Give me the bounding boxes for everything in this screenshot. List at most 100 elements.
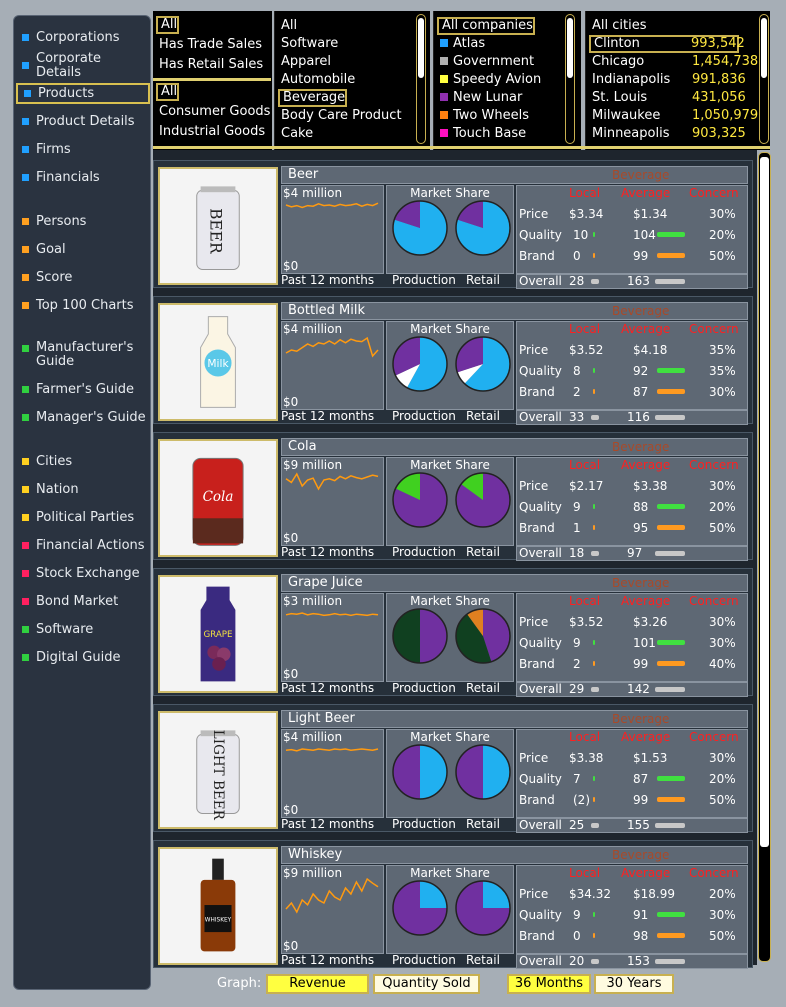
filter-industry-option[interactable]: Cake (281, 125, 313, 143)
filter-scrollbar[interactable] (416, 14, 426, 144)
revenue-graph[interactable]: $4 million $0 (281, 185, 384, 274)
product-title-bar[interactable]: Whiskey Beverage (281, 846, 748, 864)
filter-goods-option[interactable]: Consumer Goods (159, 103, 270, 121)
filter-industry-option[interactable]: Body Care Product (281, 107, 402, 125)
filter-goods-option[interactable]: Industrial Goods (159, 123, 265, 141)
city-option[interactable]: Indianapolis 991,836 (592, 71, 746, 89)
brand-average-bar (657, 253, 685, 258)
revenue-graph[interactable]: $9 million $0 (281, 865, 384, 954)
city-option[interactable]: Chicago 1,454,738 (592, 53, 758, 71)
production-share-pie[interactable] (391, 879, 449, 937)
product-card-beer[interactable]: BEER Beer Beverage $4 million $0 Market Share… (153, 160, 753, 289)
product-title-bar[interactable]: Beer Beverage (281, 166, 748, 184)
product-card-light-beer[interactable]: LIGHT BEER Light Beer Beverage $4 million $0… (153, 704, 753, 833)
sidebar-item-farmer-s-guide[interactable]: Farmer's Guide (16, 379, 150, 400)
product-title-bar[interactable]: Cola Beverage (281, 438, 748, 456)
sidebar-item-nation[interactable]: Nation (16, 479, 150, 500)
revenue-button[interactable]: Revenue (266, 974, 369, 994)
production-share-pie[interactable] (391, 743, 449, 801)
filter-industry-option[interactable]: Software (281, 35, 338, 53)
bullet-icon (22, 598, 29, 605)
revenue-graph[interactable]: $4 million $0 (281, 729, 384, 818)
product-card-grape-juice[interactable]: GRAPE Grape Juice Beverage $3 million $0 Mark… (153, 568, 753, 697)
city-option[interactable]: Minneapolis 903,325 (592, 125, 746, 143)
product-image[interactable]: Cola (158, 439, 278, 557)
sidebar-item-political-parties[interactable]: Political Parties (16, 507, 150, 528)
product-image[interactable]: LIGHT BEER (158, 711, 278, 829)
sidebar-item-digital-guide[interactable]: Digital Guide (16, 647, 150, 668)
sidebar-item-score[interactable]: Score (16, 267, 150, 288)
product-image[interactable]: GRAPE (158, 575, 278, 693)
sidebar-item-firms[interactable]: Firms (16, 139, 150, 160)
revenue-graph[interactable]: $3 million $0 (281, 593, 384, 682)
production-share-pie[interactable] (391, 335, 449, 393)
company-color-icon (440, 57, 448, 65)
filter-scrollbar[interactable] (759, 14, 769, 144)
filter-companies-option[interactable]: New Lunar (440, 89, 522, 107)
product-image[interactable]: WHISKEY (158, 847, 278, 965)
quantity-sold-button[interactable]: Quantity Sold (373, 974, 480, 994)
sidebar-item-goal[interactable]: Goal (16, 239, 150, 260)
sidebar-item-product-details[interactable]: Product Details (16, 111, 150, 132)
city-option[interactable]: Clinton 993,542 (589, 35, 745, 53)
retail-share-pie[interactable] (454, 471, 512, 529)
revenue-graph[interactable]: $9 million $0 (281, 457, 384, 546)
product-list-scrollbar[interactable] (758, 152, 771, 962)
revenue-graph[interactable]: $4 million $0 (281, 321, 384, 410)
production-share-pie[interactable] (391, 471, 449, 529)
sidebar-item-persons[interactable]: Persons (16, 211, 150, 232)
sidebar-item-products[interactable]: Products (16, 83, 150, 104)
filter-companies-option[interactable]: Speedy Avion (440, 71, 541, 89)
filter-industry-option[interactable]: All (281, 17, 297, 35)
product-card-whiskey[interactable]: WHISKEY Whiskey Beverage $9 million $0 Market… (153, 840, 753, 969)
filter-sales-option[interactable]: All (156, 16, 180, 34)
filter-companies-option[interactable]: All companies (437, 17, 535, 35)
retail-share-pie[interactable] (454, 199, 512, 257)
retail-share-pie[interactable] (454, 607, 512, 665)
sidebar-item-top-100-charts[interactable]: Top 100 Charts (16, 295, 150, 316)
filter-sales-option[interactable]: Has Trade Sales (159, 36, 262, 54)
product-image[interactable]: Milk (158, 303, 278, 421)
product-image[interactable]: BEER (158, 167, 278, 285)
city-option[interactable]: Milwaukee 1,050,979 (592, 107, 758, 125)
sidebar-item-corporate-details[interactable]: Corporate Details (16, 51, 150, 79)
sidebar-item-stock-exchange[interactable]: Stock Exchange (16, 563, 150, 584)
retail-share-pie[interactable] (454, 335, 512, 393)
sidebar-item-software[interactable]: Software (16, 619, 150, 640)
price-concern: 30% (709, 207, 736, 221)
sidebar-item-financial-actions[interactable]: Financial Actions (16, 535, 150, 556)
product-title-bar[interactable]: Light Beer Beverage (281, 710, 748, 728)
sidebar-item-bond-market[interactable]: Bond Market (16, 591, 150, 612)
filter-companies-option[interactable]: Government (440, 53, 534, 71)
sidebar-item-financials[interactable]: Financials (16, 167, 150, 188)
city-option[interactable]: All cities (592, 17, 742, 35)
36-months-button[interactable]: 36 Months (507, 974, 591, 994)
filter-companies-option[interactable]: Touch Base (440, 125, 526, 143)
filter-sales-option[interactable]: Has Retail Sales (159, 56, 263, 74)
product-card-bottled-milk[interactable]: Milk Bottled Milk Beverage $4 million $0 Mark… (153, 296, 753, 425)
product-title-bar[interactable]: Grape Juice Beverage (281, 574, 748, 592)
filter-goods-option[interactable]: All (156, 83, 180, 101)
product-title-bar[interactable]: Bottled Milk Beverage (281, 302, 748, 320)
filter-companies-option[interactable]: Two Wheels (440, 107, 529, 125)
filter-scrollbar[interactable] (565, 14, 575, 144)
sidebar-item-manufacturer-s-guide[interactable]: Manufacturer's Guide (16, 337, 150, 369)
production-share-pie[interactable] (391, 199, 449, 257)
30-years-button[interactable]: 30 Years (594, 974, 674, 994)
industry-filter-panel: All Software Apparel Automobile Beverage Body… (274, 11, 430, 150)
production-share-pie[interactable] (391, 607, 449, 665)
filter-companies-option[interactable]: Atlas (440, 35, 485, 53)
filter-industry-option[interactable]: Apparel (281, 53, 331, 71)
retail-share-pie[interactable] (454, 743, 512, 801)
overall-label: Overall (519, 410, 562, 424)
sidebar-item-manager-s-guide[interactable]: Manager's Guide (16, 407, 150, 428)
sidebar-item-corporations[interactable]: Corporations (16, 27, 150, 48)
sidebar-item-cities[interactable]: Cities (16, 451, 150, 472)
retail-share-pie[interactable] (454, 879, 512, 937)
product-card-cola[interactable]: Cola Cola Beverage $9 million $0 Market Share… (153, 432, 753, 561)
filter-industry-option[interactable]: Automobile (281, 71, 355, 89)
filter-industry-option[interactable]: Beverage (278, 89, 348, 107)
concern-header: Concern (689, 594, 739, 608)
city-option[interactable]: St. Louis 431,056 (592, 89, 746, 107)
filter-divider (153, 78, 271, 81)
